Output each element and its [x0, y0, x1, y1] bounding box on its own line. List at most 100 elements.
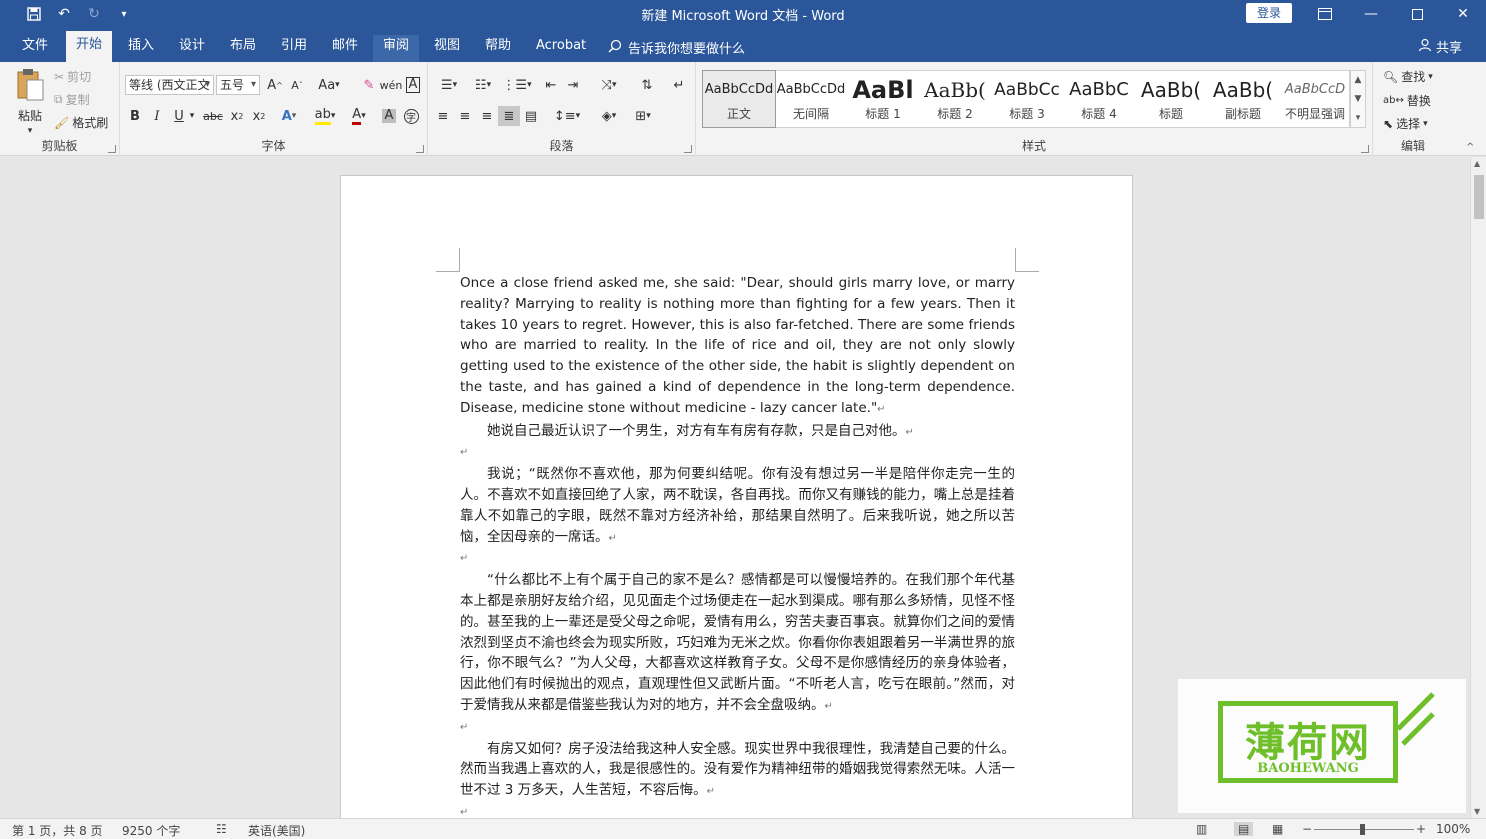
show-marks-icon[interactable]: ↵ — [668, 75, 690, 95]
phonetic-guide-icon[interactable]: wén — [380, 75, 403, 95]
tab-design[interactable]: 设计 — [169, 35, 215, 62]
copy-button[interactable]: ⧉ 复制 — [54, 91, 90, 108]
bold-icon[interactable]: B — [124, 106, 146, 126]
tab-references[interactable]: 引用 — [271, 35, 317, 62]
change-case-button[interactable]: Aa ▾ — [316, 75, 342, 95]
borders-icon[interactable]: ⊞ ▾ — [628, 106, 658, 126]
format-painter-button[interactable]: 🖌 格式刷 — [54, 114, 108, 131]
style-subtitle[interactable]: AaBb( 副标题 — [1207, 71, 1279, 127]
maximize-icon[interactable] — [1394, 0, 1440, 28]
style-subtle-emphasis[interactable]: AaBbCcD 不明显强调 — [1279, 71, 1351, 127]
minimize-icon[interactable]: — — [1348, 0, 1394, 28]
tell-me-box[interactable]: 告诉我你想要做什么 — [608, 38, 745, 57]
signin-button[interactable]: 登录 — [1246, 3, 1292, 23]
print-layout-icon[interactable]: ▤ — [1234, 822, 1254, 836]
zoom-slider-thumb[interactable] — [1360, 824, 1365, 835]
tab-file[interactable]: 文件 — [12, 35, 58, 62]
web-layout-icon[interactable]: ▦ — [1272, 822, 1283, 836]
font-launcher-icon[interactable] — [416, 145, 424, 153]
sort-icon[interactable]: ⇅ — [636, 75, 658, 95]
bullets-icon[interactable]: ☰ ▾ — [434, 75, 464, 95]
zoom-out-icon[interactable]: − — [1302, 822, 1312, 836]
word-count[interactable]: 9250 个字 — [122, 822, 180, 839]
paragraph[interactable]: 她说自己最近认识了一个男生，对方有车有房有存款，只是自己对他。↵ — [460, 421, 1015, 444]
collapse-ribbon-icon[interactable]: ^ — [1466, 142, 1474, 153]
clear-formatting-icon[interactable]: ✎ — [358, 75, 380, 95]
document-body[interactable]: Once a close friend asked me, she said: … — [460, 273, 1015, 818]
decrease-indent-icon[interactable]: ⇤ — [540, 75, 562, 95]
replace-button[interactable]: ab↔ 替换 — [1383, 92, 1431, 109]
tab-acrobat[interactable]: Acrobat — [526, 35, 596, 62]
vertical-scrollbar[interactable]: ▲ ▼ — [1470, 157, 1486, 818]
scroll-down-arrow-icon[interactable]: ▼ — [1474, 807, 1480, 816]
style-no-spacing[interactable]: AaBbCcDd 无间隔 — [775, 71, 847, 127]
language-indicator[interactable]: 英语(美国) — [248, 822, 305, 839]
scroll-thumb[interactable] — [1474, 175, 1484, 219]
zoom-level[interactable]: 100% — [1436, 822, 1470, 836]
align-center-icon[interactable]: ≡ — [454, 106, 476, 126]
style-title[interactable]: AaBb( 标题 — [1135, 71, 1207, 127]
paragraph-launcher-icon[interactable] — [684, 145, 692, 153]
strikethrough-icon[interactable]: abc — [202, 106, 224, 126]
scroll-down-icon[interactable]: ▼ — [1351, 90, 1365, 109]
share-button[interactable]: 共享 — [1418, 37, 1462, 56]
align-right-icon[interactable]: ≡ — [476, 106, 498, 126]
italic-icon[interactable]: I — [146, 106, 168, 126]
style-normal[interactable]: AaBbCcDd 正文 — [702, 70, 776, 128]
empty-paragraph[interactable]: ↵ — [460, 803, 1015, 818]
font-size-combo[interactable]: 五号 — [216, 75, 260, 95]
text-effects-icon[interactable]: A ▾ — [278, 106, 300, 126]
highlight-color-icon[interactable]: ab ▾ — [310, 106, 340, 126]
character-border-icon[interactable]: A — [402, 75, 424, 95]
empty-paragraph[interactable]: ↵ — [460, 443, 1015, 464]
ribbon-display-options-icon[interactable] — [1302, 0, 1348, 28]
tab-help[interactable]: 帮助 — [475, 35, 521, 62]
zoom-in-icon[interactable]: + — [1416, 822, 1426, 836]
read-mode-icon[interactable]: ▥ — [1196, 822, 1207, 836]
tab-review[interactable]: 审阅 — [373, 35, 420, 62]
tab-home[interactable]: 开始 — [66, 31, 113, 62]
scroll-up-arrow-icon[interactable]: ▲ — [1474, 159, 1480, 168]
proofing-icon[interactable]: ☷ — [216, 822, 227, 836]
zoom-slider[interactable] — [1314, 824, 1414, 835]
empty-paragraph[interactable]: ↵ — [460, 718, 1015, 739]
empty-paragraph[interactable]: ↵ — [460, 549, 1015, 570]
enclose-characters-icon[interactable]: 字 — [400, 106, 422, 126]
multilevel-list-icon[interactable]: ⋮☰ ▾ — [502, 75, 532, 95]
style-heading-2[interactable]: AaBb( 标题 2 — [919, 71, 991, 127]
paragraph[interactable]: Once a close friend asked me, she said: … — [460, 273, 1015, 421]
shading-icon[interactable]: ◈ ▾ — [594, 106, 624, 126]
tab-view[interactable]: 视图 — [424, 35, 470, 62]
style-heading-3[interactable]: AaBbCc 标题 3 — [991, 71, 1063, 127]
clipboard-launcher-icon[interactable] — [108, 145, 116, 153]
superscript-icon[interactable]: x2 — [248, 106, 270, 126]
scroll-up-icon[interactable]: ▲ — [1351, 71, 1365, 90]
paragraph[interactable]: 我说；“既然你不喜欢他，那为何要纠结呢。你有没有想过另一半是陪伴你走完一生的人。… — [460, 464, 1015, 549]
paragraph[interactable]: 有房又如何？房子没法给我这种人安全感。现实世界中我很理性，我清楚自己要的什么。然… — [460, 739, 1015, 803]
page-count[interactable]: 第 1 页，共 8 页 — [12, 822, 103, 839]
tab-layout[interactable]: 布局 — [220, 35, 266, 62]
close-icon[interactable]: ✕ — [1440, 0, 1486, 28]
paste-dropdown-icon[interactable]: ▾ — [28, 126, 33, 136]
select-dropdown-icon[interactable]: ▾ — [1423, 119, 1428, 129]
style-heading-4[interactable]: AaBbC 标题 4 — [1063, 71, 1135, 127]
cut-button[interactable]: ✂ 剪切 — [54, 68, 91, 85]
styles-scroll[interactable]: ▲ ▼ ▾ — [1350, 70, 1366, 128]
character-shading-icon[interactable]: A — [378, 106, 400, 126]
select-button[interactable]: ⬉ 选择 ▾ — [1383, 115, 1428, 132]
tab-mailings[interactable]: 邮件 — [322, 35, 368, 62]
underline-dropdown-icon[interactable]: ▾ — [186, 106, 198, 126]
document-page[interactable]: Once a close friend asked me, she said: … — [340, 175, 1133, 818]
align-left-icon[interactable]: ≡ — [432, 106, 454, 126]
shrink-font-icon[interactable]: Aˇ — [286, 75, 308, 95]
paste-button[interactable]: 粘贴 ▾ — [14, 68, 46, 136]
subscript-icon[interactable]: x2 — [226, 106, 248, 126]
justify-icon[interactable]: ≣ — [498, 106, 520, 126]
chinese-layout-icon[interactable]: ⤨ ▾ — [594, 75, 624, 95]
paragraph[interactable]: “什么都比不上有个属于自己的家不是么？感情都是可以慢慢培养的。在我们那个年代基本… — [460, 570, 1015, 718]
grow-font-icon[interactable]: A ^ — [264, 75, 286, 95]
tab-insert[interactable]: 插入 — [118, 35, 164, 62]
more-styles-icon[interactable]: ▾ — [1351, 109, 1365, 128]
style-heading-1[interactable]: AaBl 标题 1 — [847, 71, 919, 127]
font-color-icon[interactable]: A ▾ — [344, 106, 374, 126]
